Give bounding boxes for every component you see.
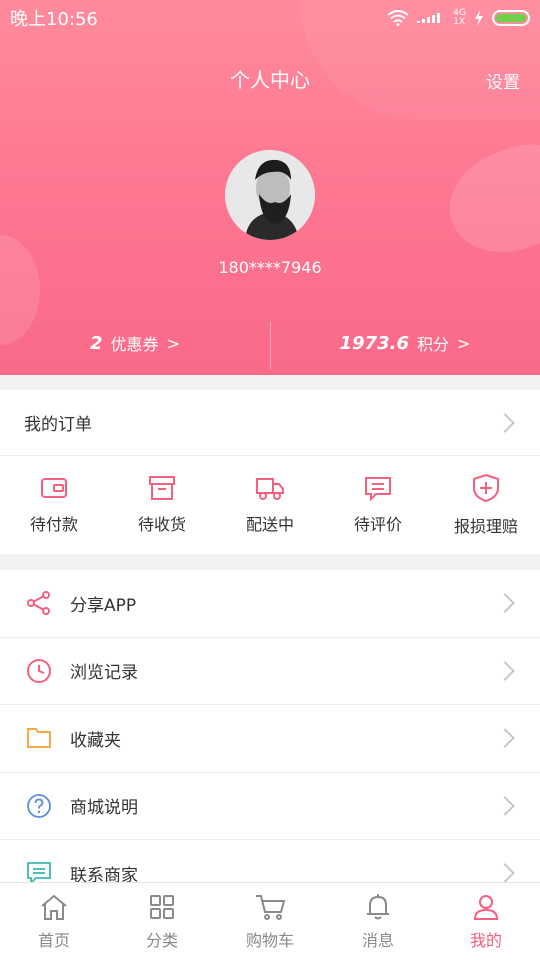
menu-item-label: 商城说明 — [70, 798, 138, 819]
points-value: 1973.6 — [339, 332, 410, 354]
tab-mine[interactable]: 我的 — [432, 883, 540, 960]
my-orders-label: 我的订单 — [24, 415, 92, 435]
coupons-count: 2 — [90, 332, 103, 354]
points-label: 积分 — [417, 335, 450, 354]
wallet-icon — [41, 478, 67, 498]
profile-header: 晚上10:56 4G 1X 个人中心 设置 180****7946 2 优惠券 … — [0, 0, 540, 375]
avatar-image — [225, 150, 315, 240]
order-item-label: 配送中 — [245, 515, 294, 534]
bottom-tab-bar: 首页 分类 购物车 消息 我的 — [0, 882, 540, 960]
signal-icon — [417, 13, 441, 23]
menu-item-label: 浏览记录 — [70, 663, 138, 684]
share-icon — [24, 588, 54, 618]
chevron-right-icon — [495, 412, 515, 433]
battery-icon — [492, 10, 530, 26]
menu-item-label: 收藏夹 — [70, 730, 121, 751]
order-pending-payment[interactable]: 待付款 — [0, 456, 108, 554]
user-icon — [473, 894, 499, 920]
network-type: 4G 1X — [453, 9, 466, 27]
bell-icon — [367, 893, 389, 919]
page-title: 个人中心 — [230, 68, 310, 92]
folder-icon — [24, 723, 54, 753]
tab-label: 购物车 — [245, 930, 294, 950]
decor-shape — [434, 130, 540, 270]
stat-divider — [270, 322, 271, 370]
coupons-arrow: > — [166, 333, 180, 353]
chevron-right-icon — [495, 863, 515, 884]
network-1x: 1X — [453, 17, 466, 27]
menu-favorites[interactable]: 收藏夹 — [0, 705, 540, 773]
tab-label: 消息 — [361, 930, 394, 950]
chevron-right-icon — [495, 593, 515, 614]
my-orders-row[interactable]: 我的订单 — [0, 390, 540, 456]
points-arrow: > — [457, 333, 471, 353]
chevron-right-icon — [495, 728, 515, 749]
tab-messages[interactable]: 消息 — [324, 883, 432, 960]
orders-card: 我的订单 待付款 待收货 配送中 待评价 报损理赔 — [0, 390, 540, 554]
tab-label: 我的 — [469, 930, 502, 950]
cart-icon — [256, 894, 286, 920]
user-phone: 180****7946 — [218, 258, 322, 277]
coupons-label: 优惠券 — [110, 335, 159, 354]
stats-row: 2 优惠券 > 1973.6 积分 > — [0, 318, 540, 370]
charging-icon — [475, 10, 483, 26]
points-stat[interactable]: 1973.6 积分 > — [270, 318, 540, 368]
order-delivering[interactable]: 配送中 — [216, 456, 324, 554]
order-item-label: 报损理赔 — [453, 517, 518, 536]
grid-icon — [150, 894, 174, 919]
order-item-label: 待评价 — [353, 515, 402, 534]
menu-list: 分享APP 浏览记录 收藏夹 商城说明 联系商家 — [0, 570, 540, 908]
settings-button[interactable]: 设置 — [486, 68, 520, 93]
clock-icon — [24, 656, 54, 686]
wifi-icon — [387, 10, 409, 26]
coupons-stat[interactable]: 2 优惠券 > — [0, 318, 270, 368]
menu-item-label: 分享APP — [70, 595, 137, 616]
tab-label: 分类 — [145, 930, 178, 950]
shield-plus-icon — [473, 473, 499, 503]
menu-browse-history[interactable]: 浏览记录 — [0, 638, 540, 705]
menu-share-app[interactable]: 分享APP — [0, 570, 540, 638]
menu-mall-info[interactable]: 商城说明 — [0, 773, 540, 840]
truck-icon — [256, 478, 284, 500]
home-icon — [41, 894, 67, 920]
status-icons: 4G 1X — [387, 9, 530, 27]
chevron-right-icon — [495, 795, 515, 816]
order-item-label: 待付款 — [29, 515, 78, 534]
tab-category[interactable]: 分类 — [108, 883, 216, 960]
status-bar: 晚上10:56 4G 1X — [0, 0, 540, 36]
order-status-row: 待付款 待收货 配送中 待评价 报损理赔 — [0, 456, 540, 554]
order-pending-review[interactable]: 待评价 — [324, 456, 432, 554]
order-claims[interactable]: 报损理赔 — [432, 456, 540, 554]
box-icon — [149, 476, 175, 500]
tab-home[interactable]: 首页 — [0, 883, 108, 960]
avatar[interactable] — [225, 150, 315, 240]
order-pending-receipt[interactable]: 待收货 — [108, 456, 216, 554]
tab-label: 首页 — [37, 930, 70, 950]
help-icon — [24, 791, 54, 821]
comment-icon — [365, 477, 391, 501]
chevron-right-icon — [495, 660, 515, 681]
status-time: 晚上10:56 — [10, 9, 98, 30]
order-item-label: 待收货 — [137, 515, 186, 534]
tab-cart[interactable]: 购物车 — [216, 883, 324, 960]
